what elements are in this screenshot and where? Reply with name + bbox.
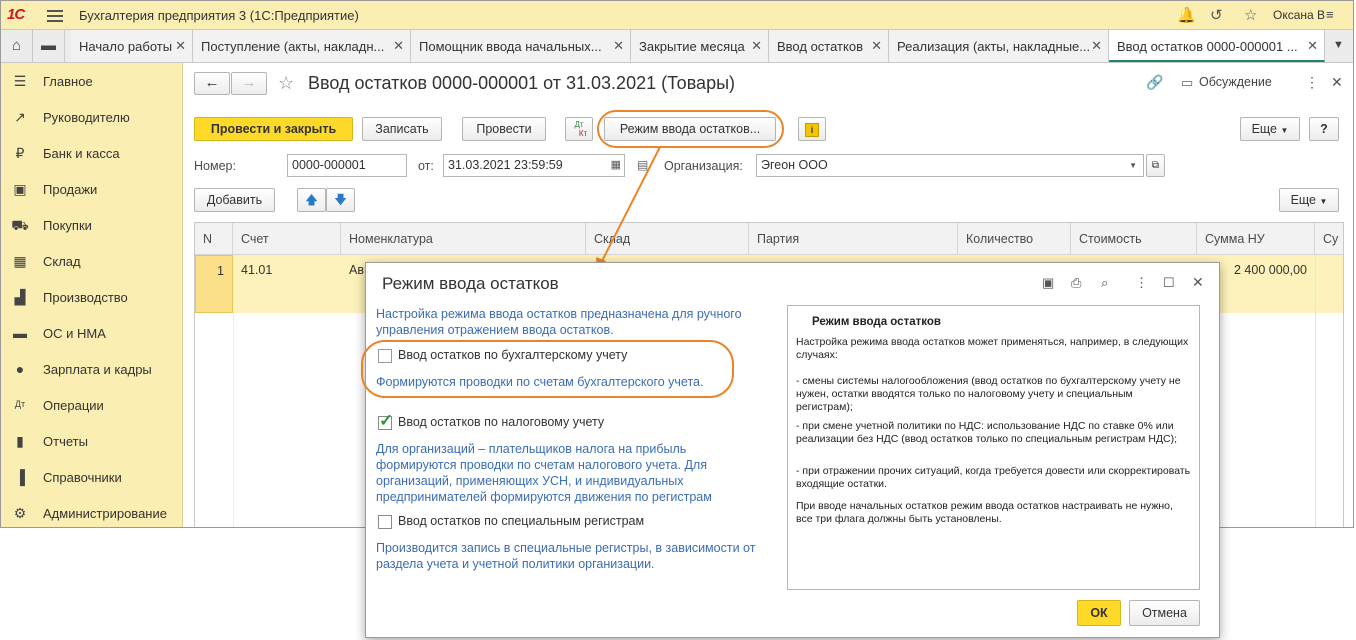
help-paragraph: - смены системы налогообложения (ввод ос… <box>796 375 1181 413</box>
dialog-intro: Настройка режима ввода остатков предназн… <box>376 307 742 337</box>
special-registers-description: Производится запись в специальные регист… <box>376 541 756 571</box>
tax-checkbox-label[interactable]: Ввод остатков по налоговому учету <box>398 415 604 429</box>
more-vertical-icon[interactable]: ⋮ <box>1135 275 1148 291</box>
highlight-accounting-option <box>361 340 734 398</box>
help-panel: Режим ввода остатков Настройка режима вв… <box>787 305 1200 590</box>
tax-checkbox[interactable]: ✓ <box>378 411 393 430</box>
dialog-title: Режим ввода остатков <box>382 274 559 293</box>
cancel-button[interactable]: Отмена <box>1129 600 1200 626</box>
balance-mode-dialog: Режим ввода остатков ▣ ⎙ ⌕ ⋮ ☐ ✕ Настрой… <box>361 262 1220 638</box>
help-heading: Режим ввода остатков <box>812 316 941 328</box>
print-icon[interactable]: ⎙ <box>1071 275 1081 291</box>
checkmark-icon: ✓ <box>379 411 394 430</box>
ok-button[interactable]: ОК <box>1077 600 1121 626</box>
special-registers-checkbox-label[interactable]: Ввод остатков по специальным регистрам <box>398 514 644 528</box>
preview-icon[interactable]: ⌕ <box>1101 275 1108 291</box>
special-registers-checkbox[interactable] <box>378 515 392 529</box>
close-icon[interactable]: ✕ <box>1192 274 1204 291</box>
help-paragraph: - при отражении прочих ситуаций, когда т… <box>796 465 1191 490</box>
help-paragraph: Настройка режима ввода остатков может пр… <box>796 336 1189 361</box>
help-paragraph: - при смене учетной политики по НДС: исп… <box>796 420 1178 445</box>
tax-description: Для организаций – плательщиков налога на… <box>376 442 712 504</box>
maximize-icon[interactable]: ☐ <box>1163 275 1175 291</box>
save-icon[interactable]: ▣ <box>1042 275 1054 291</box>
help-paragraph: При вводе начальных остатков режим ввода… <box>796 500 1173 525</box>
